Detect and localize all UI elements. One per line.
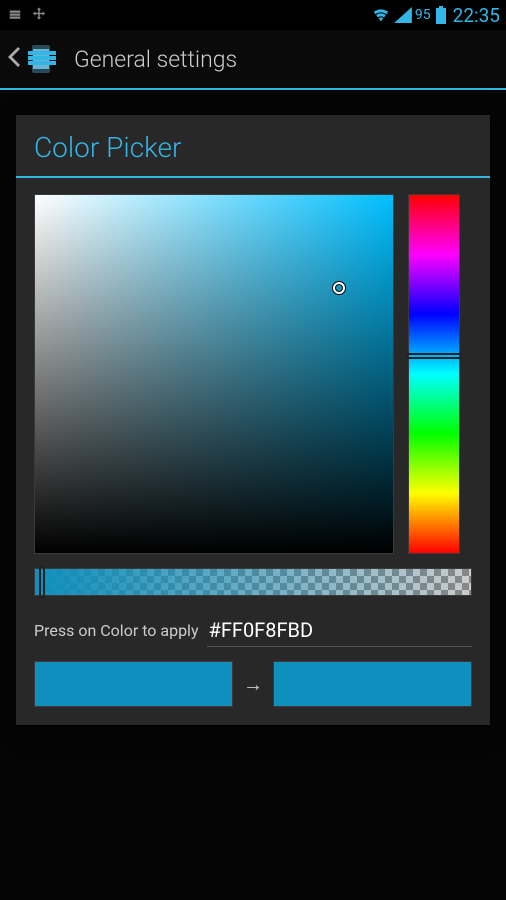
hue-panel[interactable] (408, 194, 460, 554)
battery-percent: 95 (415, 7, 431, 23)
hex-row: Press on Color to apply (34, 614, 472, 647)
new-color-swatch[interactable] (273, 661, 472, 707)
status-left-icons (6, 6, 48, 24)
swatch-row: → (34, 661, 472, 707)
back-button[interactable] (8, 47, 24, 71)
picker-row (34, 194, 472, 554)
alpha-gradient (35, 569, 471, 595)
hex-label: Press on Color to apply (34, 621, 199, 640)
signal-icon (394, 7, 412, 23)
status-bar: 95 22:35 (0, 0, 506, 30)
app-icon[interactable] (24, 39, 64, 79)
status-right: 95 22:35 (371, 4, 500, 27)
sv-indicator[interactable] (333, 282, 345, 294)
android-debug-icon (6, 6, 24, 24)
dialog-divider (16, 176, 490, 178)
color-picker-dialog: Color Picker Press on Color to apply (16, 115, 490, 725)
dialog-title: Color Picker (16, 115, 490, 176)
arrow-icon: → (243, 672, 263, 697)
alpha-indicator[interactable] (39, 566, 45, 598)
wifi-icon (371, 7, 391, 23)
alpha-panel[interactable] (34, 568, 472, 596)
content-area: Color Picker Press on Color to apply (0, 90, 506, 900)
hex-input[interactable] (207, 614, 472, 647)
clock: 22:35 (453, 4, 500, 27)
page-title: General settings (74, 46, 237, 73)
dialog-body: Press on Color to apply → (16, 194, 490, 725)
saturation-value-panel[interactable] (34, 194, 394, 554)
usb-debug-icon (30, 6, 48, 24)
hue-indicator[interactable] (406, 353, 462, 359)
battery-icon (436, 6, 446, 24)
old-color-swatch[interactable] (34, 661, 233, 707)
action-bar: General settings (0, 30, 506, 90)
